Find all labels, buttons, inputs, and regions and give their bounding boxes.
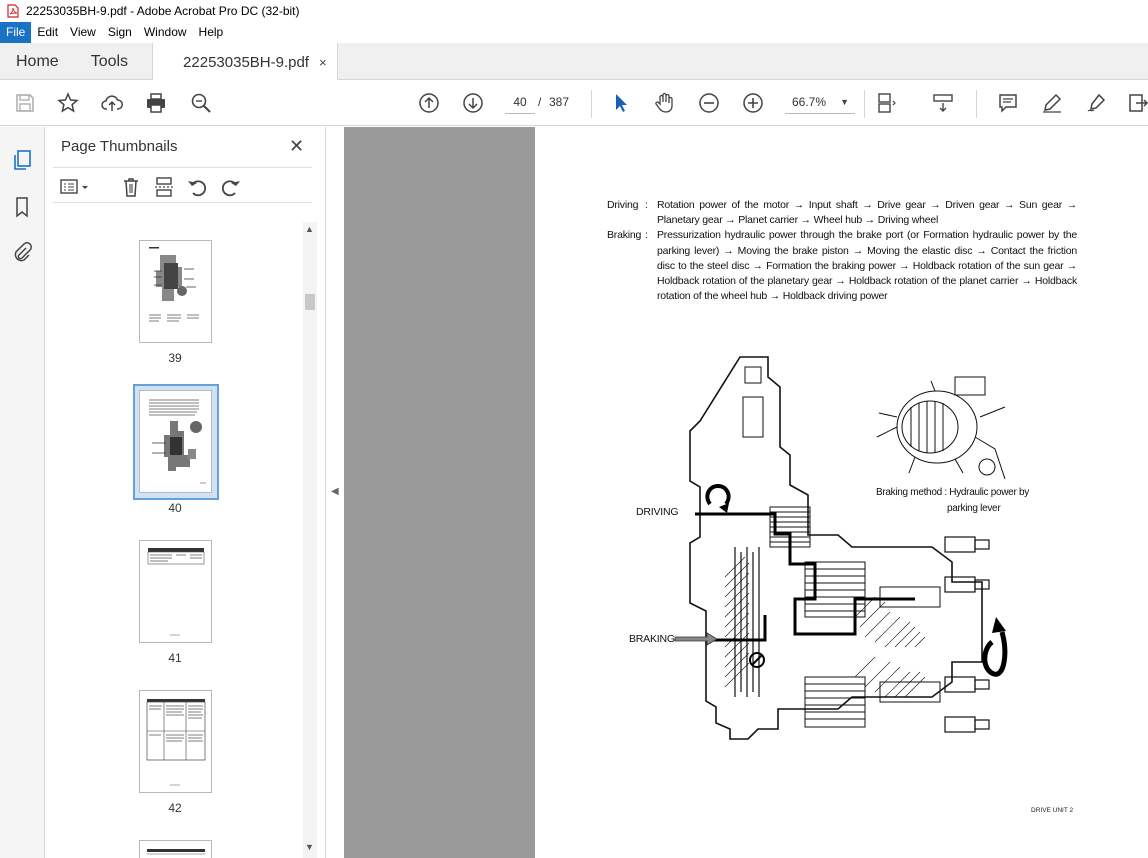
acrobat-pdf-icon — [7, 4, 19, 18]
drive-unit-cross-section-figure — [674, 356, 1008, 740]
menu-window[interactable]: Window — [138, 22, 193, 43]
zoom-select[interactable]: 66.7% ▼ — [785, 90, 855, 114]
delete-icon[interactable] — [120, 176, 142, 198]
menu-bar: File Edit View Sign Window Help — [0, 22, 1148, 43]
braking-method-caption: Braking method : Hydraulic power by park… — [876, 485, 1036, 517]
attachments-icon[interactable] — [11, 241, 33, 263]
caption-line: parking lever — [947, 503, 1001, 514]
scroll-mode-icon[interactable] — [932, 92, 954, 114]
menu-edit[interactable]: Edit — [31, 22, 64, 43]
thumbnail-toolbar — [53, 167, 312, 203]
page-number-input[interactable] — [505, 90, 535, 114]
previous-page-icon[interactable] — [418, 92, 440, 114]
menu-file[interactable]: File — [0, 22, 32, 43]
tab-bar: Home Tools 22253035BH-9.pdf × — [0, 43, 1148, 81]
thumbnail-options-icon[interactable] — [59, 176, 93, 198]
panel-title: Page Thumbnails — [61, 138, 178, 155]
page-thumbnails-panel: Page Thumbnails ✕ ▲ ▼ 39 40 41 42 — [45, 127, 325, 858]
definition-colon: : — [645, 199, 648, 211]
select-cursor-icon[interactable] — [610, 92, 632, 114]
thumbnail-scrollbar[interactable]: ▲ ▼ — [303, 222, 317, 858]
thumbnail-preview — [147, 849, 205, 855]
page-thumbnail[interactable] — [139, 240, 212, 343]
zoom-out-icon[interactable] — [698, 92, 720, 114]
cloud-upload-icon[interactable] — [101, 92, 123, 114]
window-title: 22253035BH-9.pdf - Adobe Acrobat Pro DC … — [26, 4, 300, 18]
sign-pen-icon[interactable] — [1085, 92, 1107, 114]
page-thumbnail[interactable] — [139, 840, 212, 858]
thumbnail-preview — [146, 699, 206, 786]
tab-close-button[interactable]: × — [319, 44, 327, 81]
definition-driving: Driving : Rotation power of the motor → … — [607, 198, 1077, 228]
collapse-panel-icon[interactable]: ◀ — [331, 486, 339, 497]
document-viewer[interactable]: Driving : Rotation power of the motor → … — [344, 127, 1148, 858]
toolbar-divider — [591, 90, 592, 118]
save-icon[interactable] — [14, 92, 36, 114]
title-bar: 22253035BH-9.pdf - Adobe Acrobat Pro DC … — [0, 0, 1148, 22]
thumbnail-label: 41 — [168, 651, 182, 665]
page-thumbnail-selected[interactable] — [139, 390, 212, 493]
panel-collapse-bar[interactable]: ◀ — [325, 127, 344, 858]
page-thumbnails-icon[interactable] — [11, 149, 33, 171]
chevron-down-icon: ▼ — [840, 97, 849, 107]
thumbnail-label: 40 — [168, 501, 182, 515]
hand-tool-icon[interactable] — [654, 92, 676, 114]
tab-tools[interactable]: Tools — [75, 43, 144, 80]
print-icon[interactable] — [145, 92, 167, 114]
tab-document[interactable]: 22253035BH-9.pdf × — [152, 43, 338, 81]
bookmarks-icon[interactable] — [11, 196, 33, 218]
caption-line: Braking method : Hydraulic power by — [876, 487, 1029, 498]
definition-braking: Braking : Pressurization hydraulic power… — [607, 228, 1077, 304]
toolbar-divider — [864, 90, 865, 118]
definition-text: Pressurization hydraulic power through t… — [657, 229, 1077, 303]
definition-text: Rotation power of the motor → Input shaf… — [657, 199, 1077, 227]
page-thumbnail[interactable] — [139, 540, 212, 643]
bookmark-star-icon[interactable] — [57, 92, 79, 114]
scroll-down-icon[interactable]: ▼ — [305, 842, 314, 852]
definition-term: Driving — [607, 199, 639, 211]
menu-sign[interactable]: Sign — [102, 22, 138, 43]
thumbnail-preview — [149, 399, 206, 484]
extract-pages-icon[interactable] — [153, 176, 175, 198]
menu-help[interactable]: Help — [193, 22, 230, 43]
page-thumbnail[interactable] — [139, 690, 212, 793]
tab-home[interactable]: Home — [0, 43, 75, 80]
search-icon[interactable] — [190, 92, 212, 114]
zoom-in-icon[interactable] — [742, 92, 764, 114]
tab-document-label: 22253035BH-9.pdf — [183, 53, 309, 71]
pdf-page: Driving : Rotation power of the motor → … — [535, 127, 1148, 858]
export-icon[interactable] — [1127, 92, 1148, 114]
toolbar-divider — [976, 90, 977, 118]
scroll-up-icon[interactable]: ▲ — [305, 224, 314, 234]
close-icon[interactable]: ✕ — [289, 136, 304, 157]
figure-id: DRIVE UNIT 2 — [1031, 807, 1074, 814]
thumbnail-preview — [147, 548, 205, 636]
menu-view[interactable]: View — [64, 22, 102, 43]
page-separator: / — [538, 95, 542, 109]
label-driving: DRIVING — [636, 506, 679, 518]
highlight-pen-icon[interactable] — [1041, 92, 1063, 114]
thumbnail-label: 39 — [168, 351, 182, 365]
zoom-value: 66.7% — [792, 95, 827, 109]
label-braking: BRAKING — [629, 633, 675, 645]
comment-icon[interactable] — [997, 92, 1019, 114]
rotate-right-icon[interactable] — [220, 176, 242, 198]
definition-term: Braking — [607, 229, 642, 242]
thumbnail-label: 42 — [168, 801, 182, 815]
thumbnail-preview — [149, 247, 199, 322]
definition-colon: : — [645, 229, 648, 242]
page-fit-icon[interactable] — [876, 92, 898, 114]
left-navigation-rail — [0, 127, 45, 858]
page-total: 387 — [549, 95, 570, 109]
rotate-left-icon[interactable] — [186, 176, 208, 198]
next-page-icon[interactable] — [462, 92, 484, 114]
scrollbar-thumb[interactable] — [305, 294, 315, 310]
definition-list: Driving : Rotation power of the motor → … — [607, 198, 1077, 304]
